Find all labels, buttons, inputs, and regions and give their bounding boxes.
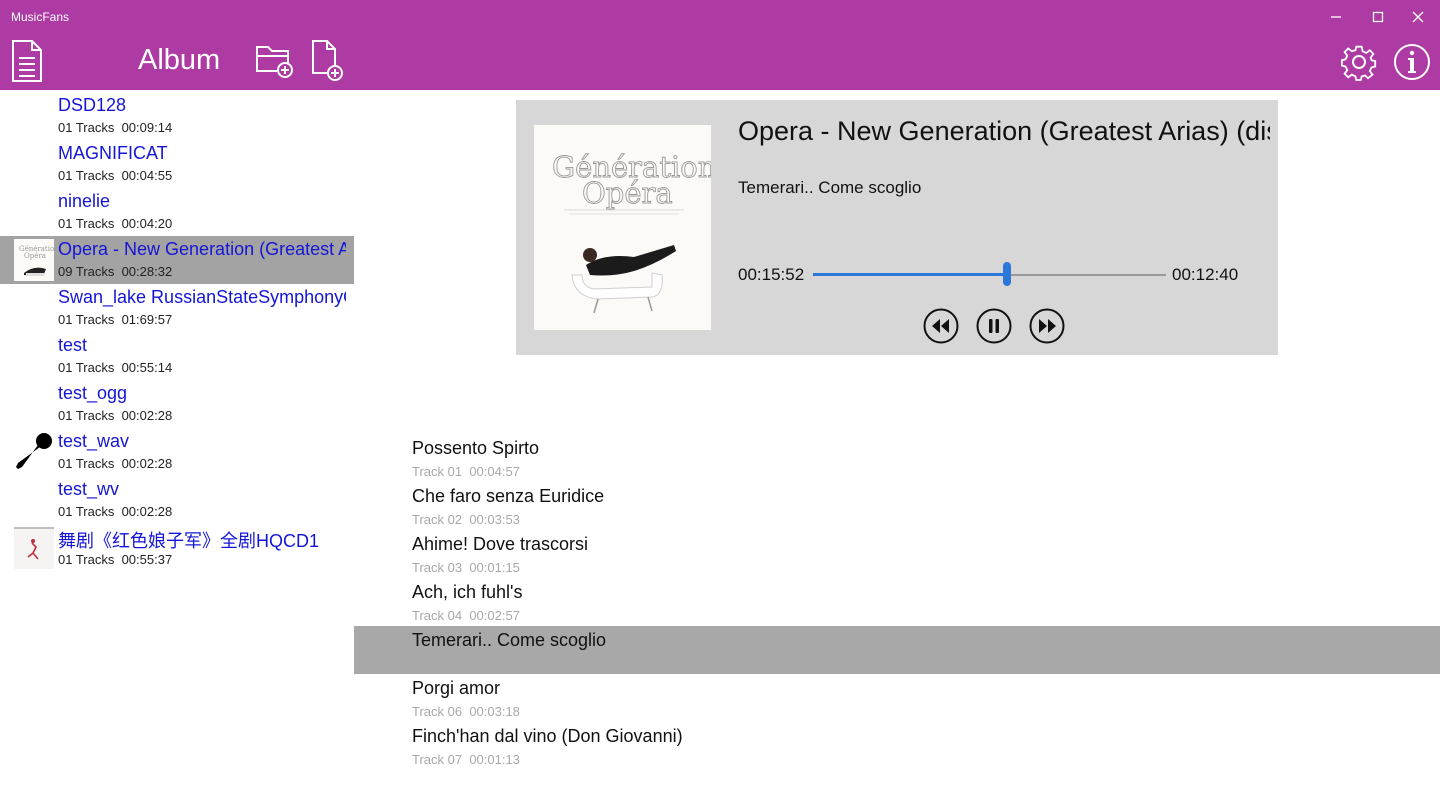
track-list: Possento Spirto Track 01 00:04:57 Che fa…	[354, 434, 1440, 770]
album-name: test_wv	[58, 479, 120, 499]
album-name: test_wav	[58, 431, 130, 451]
album-item-selected[interactable]: Génération Opéra Opera - New Generation …	[0, 236, 354, 284]
seek-bar-fill	[813, 273, 1008, 276]
fast-forward-icon	[1029, 308, 1065, 344]
album-item[interactable]: test 01 Tracks 00:55:14	[0, 332, 354, 380]
cover-text-line2: Opéra	[582, 176, 673, 210]
track-item[interactable]: Finch'han dal vino (Don Giovanni) Track …	[354, 722, 1440, 770]
track-meta: Track 04 00:02:57	[412, 608, 520, 623]
elapsed-time: 00:15:52	[738, 265, 805, 284]
album-item[interactable]: Swan_lake RussianStateSymphonyOrchestra …	[0, 284, 354, 332]
album-meta: 01 Tracks 00:04:55	[58, 168, 173, 183]
close-icon	[1412, 11, 1424, 23]
page-title: Album	[138, 44, 221, 76]
app-header: MusicFans Album	[0, 0, 1440, 90]
album-meta: 01 Tracks 00:02:28	[58, 408, 173, 423]
album-name: test_ogg	[58, 383, 128, 403]
album-list: DSD128 01 Tracks 00:09:14 MAGNIFICAT 01 …	[0, 92, 354, 572]
album-name: 舞剧《红色娘子军》全剧HQCD1	[58, 531, 320, 551]
album-name: ninelie	[58, 191, 111, 211]
maximize-button[interactable]	[1366, 6, 1390, 28]
pause-icon	[976, 308, 1012, 344]
album-cover-art: Génération Opéra	[534, 125, 711, 330]
window-title: MusicFans	[11, 10, 70, 24]
album-item[interactable]: test_wv 01 Tracks 00:02:28	[0, 476, 354, 524]
track-name: Ach, ich fuhl's	[412, 582, 523, 602]
now-playing-track-title: Temerari.. Come scoglio	[738, 178, 922, 197]
minimize-button[interactable]	[1324, 6, 1348, 28]
seek-bar-thumb[interactable]	[1003, 262, 1012, 286]
track-item[interactable]: Porgi amor Track 06 00:03:18	[354, 674, 1440, 722]
track-meta: Track 01 00:04:57	[412, 464, 520, 479]
add-file-button[interactable]	[309, 39, 349, 83]
track-meta: Track 02 00:03:53	[412, 512, 520, 527]
info-button[interactable]	[1392, 40, 1434, 84]
file-add-icon	[312, 40, 343, 81]
track-item[interactable]: Ach, ich fuhl's Track 04 00:02:57	[354, 578, 1440, 626]
album-item[interactable]: test_ogg 01 Tracks 00:02:28	[0, 380, 354, 428]
track-item[interactable]: Che faro senza Euridice Track 02 00:03:5…	[354, 482, 1440, 530]
svg-text:Opéra: Opéra	[24, 252, 46, 260]
album-name: Swan_lake RussianStateSymphonyOrchestra	[58, 287, 346, 307]
now-playing-panel: Génération Opéra Opera - New Generation …	[516, 100, 1278, 355]
folder-add-icon	[256, 46, 293, 78]
album-meta: 01 Tracks 00:09:14	[58, 120, 173, 135]
track-name: Temerari.. Come scoglio	[412, 630, 607, 650]
microphone-icon	[16, 433, 52, 469]
track-name: Porgi amor	[412, 678, 501, 698]
album-item[interactable]: ninelie 01 Tracks 00:04:20	[0, 188, 354, 236]
track-name: Ahime! Dove trascorsi	[412, 534, 589, 554]
track-meta: Track 03 00:01:15	[412, 560, 520, 575]
gear-icon	[1340, 45, 1377, 81]
album-meta: 01 Tracks 00:02:28	[58, 504, 173, 519]
album-item[interactable]: MAGNIFICAT 01 Tracks 00:04:55	[0, 140, 354, 188]
document-list-icon	[12, 40, 42, 82]
album-thumbnail	[14, 527, 54, 569]
track-name: Finch'han dal vino (Don Giovanni)	[412, 726, 683, 746]
settings-button[interactable]	[1338, 40, 1380, 84]
add-folder-button[interactable]	[255, 39, 295, 83]
album-thumbnail: Génération Opéra	[14, 239, 54, 281]
album-name: Opera - New Generation (Greatest Arias) …	[58, 239, 346, 259]
track-item-selected[interactable]: Temerari.. Come scoglio	[354, 626, 1440, 674]
minimize-icon	[1331, 16, 1341, 18]
album-meta: 01 Tracks 00:02:28	[58, 456, 173, 471]
album-name: MAGNIFICAT	[58, 143, 168, 163]
track-meta: Track 07 00:01:13	[412, 752, 520, 767]
track-name: Possento Spirto	[412, 438, 540, 458]
rewind-button[interactable]	[923, 306, 959, 346]
info-icon	[1394, 44, 1430, 80]
track-item[interactable]: Possento Spirto Track 01 00:04:57	[354, 434, 1440, 482]
menu-button[interactable]	[10, 38, 44, 84]
album-item[interactable]: DSD128 01 Tracks 00:09:14	[0, 92, 354, 140]
track-meta: Track 06 00:03:18	[412, 704, 520, 719]
album-name: DSD128	[58, 95, 127, 115]
pause-button[interactable]	[976, 306, 1012, 346]
fast-forward-button[interactable]	[1029, 306, 1065, 346]
album-name: test	[58, 335, 88, 355]
album-meta: 01 Tracks 00:04:20	[58, 216, 173, 231]
seek-bar[interactable]	[813, 262, 1166, 286]
rewind-icon	[923, 308, 959, 344]
album-meta: 09 Tracks 00:28:32	[58, 264, 173, 279]
now-playing-album-title: Opera - New Generation (Greatest Arias) …	[738, 116, 1270, 146]
remaining-time: 00:12:40	[1172, 265, 1239, 284]
album-meta: 01 Tracks 00:55:37	[58, 552, 173, 567]
album-meta: 01 Tracks 01:69:57	[58, 312, 173, 327]
album-item[interactable]: 舞剧《红色娘子军》全剧HQCD1 01 Tracks 00:55:37	[0, 524, 354, 572]
album-item[interactable]: test_wav 01 Tracks 00:02:28	[0, 428, 354, 476]
close-button[interactable]	[1406, 6, 1430, 28]
album-meta: 01 Tracks 00:55:14	[58, 360, 173, 375]
maximize-icon	[1372, 11, 1384, 23]
track-item[interactable]: Ahime! Dove trascorsi Track 03 00:01:15	[354, 530, 1440, 578]
track-name: Che faro senza Euridice	[412, 486, 605, 506]
